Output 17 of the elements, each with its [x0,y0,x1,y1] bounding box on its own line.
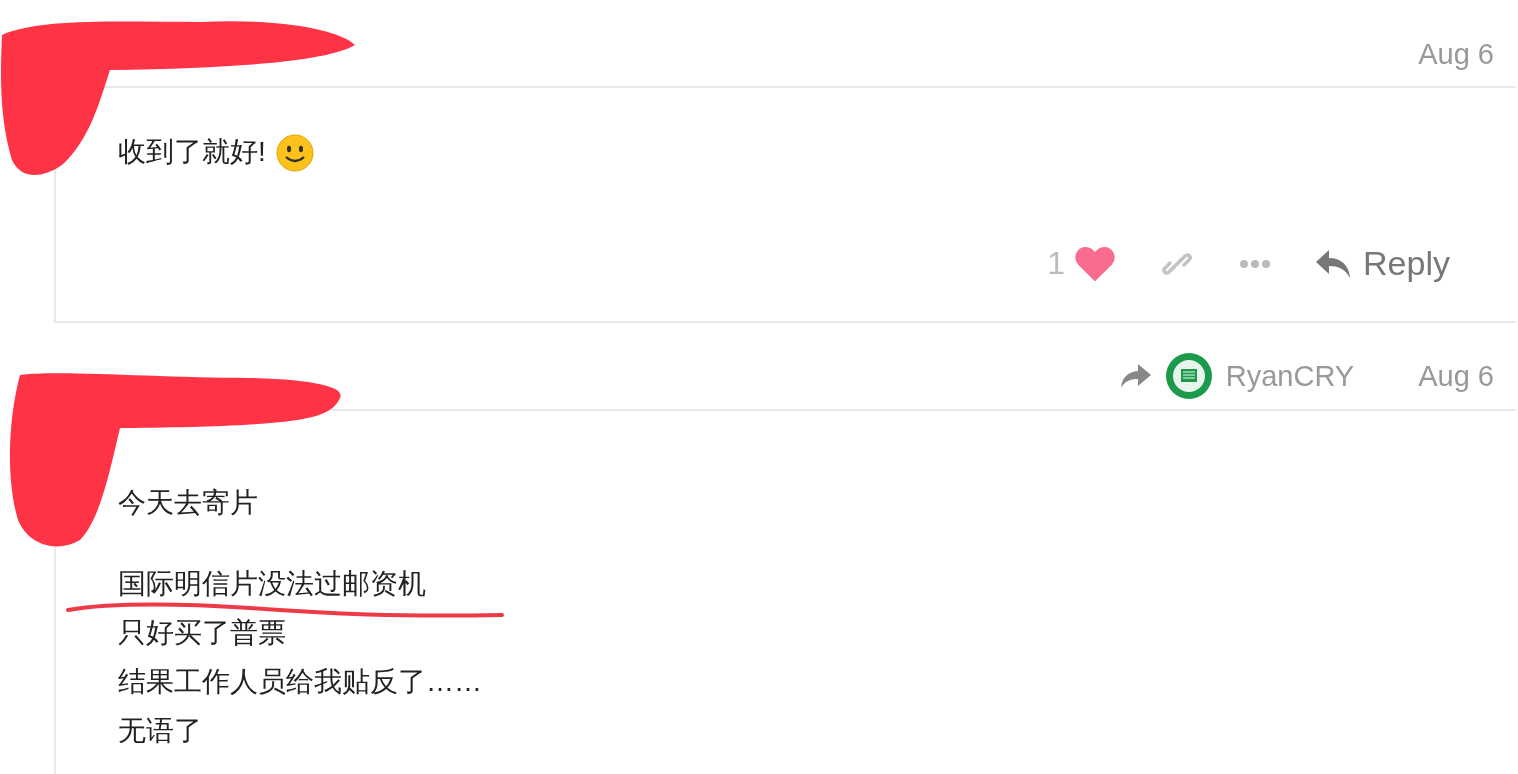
post-text: 收到了就好! [118,137,266,168]
more-button[interactable] [1239,258,1272,269]
reply-icon [1315,248,1352,279]
post-date[interactable]: Aug 6 [1418,359,1494,393]
more-icon [1239,258,1272,269]
share-arrow-icon [1119,363,1152,389]
reply-button[interactable]: Reply [1315,244,1450,283]
reply-to-username[interactable]: RyanCRY [1225,359,1355,393]
post-text: 只好买了普票 [118,618,286,649]
post-text: 结果工作人员给我贴反了…… [118,667,482,698]
like-button[interactable]: 1 [1047,245,1116,282]
smiley-icon [275,133,314,172]
post-text: 今天去寄片 [118,488,258,519]
avatar[interactable] [1165,353,1212,399]
post-date[interactable]: Aug 6 [1418,37,1494,71]
post-text: 无语了 [118,716,202,747]
post-text: 国际明信片没法过邮资机 [118,569,426,600]
